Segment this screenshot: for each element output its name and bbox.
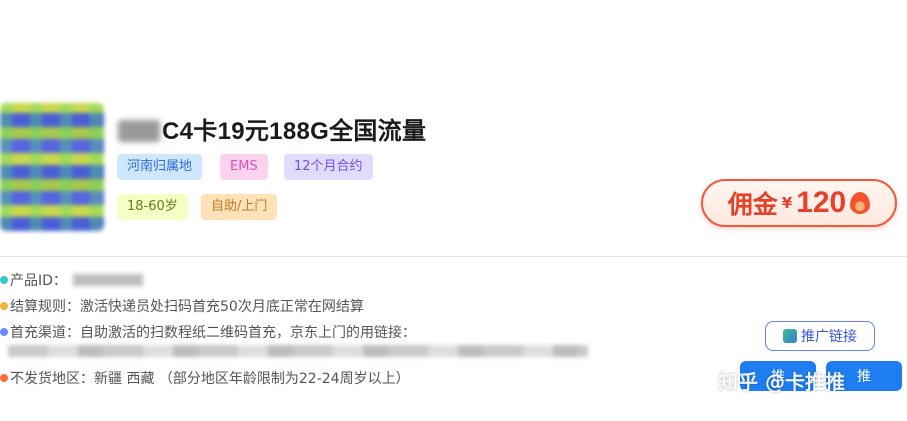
product-title: C4卡19元188G全国流量 — [118, 111, 426, 146]
tag-shipping: EMS — [220, 154, 268, 180]
commission-badge: 佣金 ¥ 120 — [701, 179, 897, 227]
product-thumbnail — [0, 103, 104, 231]
tag-contract: 12个月合约 — [284, 154, 373, 180]
tag-activation: 自助/上门 — [201, 194, 278, 220]
blurred-link — [8, 345, 588, 357]
blurred-product-id — [72, 274, 143, 286]
blurred-brand — [118, 120, 160, 142]
promo-link-button[interactable]: 推广链接 — [765, 321, 875, 351]
watermark: 知乎 @卡推推 — [718, 370, 845, 394]
tag-region: 河南归属地 — [117, 154, 203, 180]
commission-label: 佣金 — [727, 190, 778, 219]
bullet-icon — [0, 374, 8, 382]
divider — [0, 256, 907, 257]
settlement-row: 结算规则：激活快递员处扫码首充50次月底正常在网结算 — [0, 296, 364, 316]
bullet-icon — [0, 276, 8, 284]
bullet-icon — [0, 328, 8, 336]
commission-currency: ¥ — [781, 194, 793, 212]
tag-age: 18-60岁 — [117, 194, 188, 220]
commission-amount: 120 — [796, 186, 847, 219]
bullet-icon — [0, 302, 8, 310]
link-icon — [783, 329, 797, 343]
first-charge-row: 首充渠道：自助激活的扫数程纸二维码首充，京东上门的用链接： — [0, 322, 416, 342]
no-ship-row: 不发货地区：新疆 西藏 （部分地区年龄限制为22-24周岁以上） — [0, 368, 410, 388]
flame-icon — [850, 192, 871, 214]
product-id-row: 产品ID： — [0, 270, 143, 290]
